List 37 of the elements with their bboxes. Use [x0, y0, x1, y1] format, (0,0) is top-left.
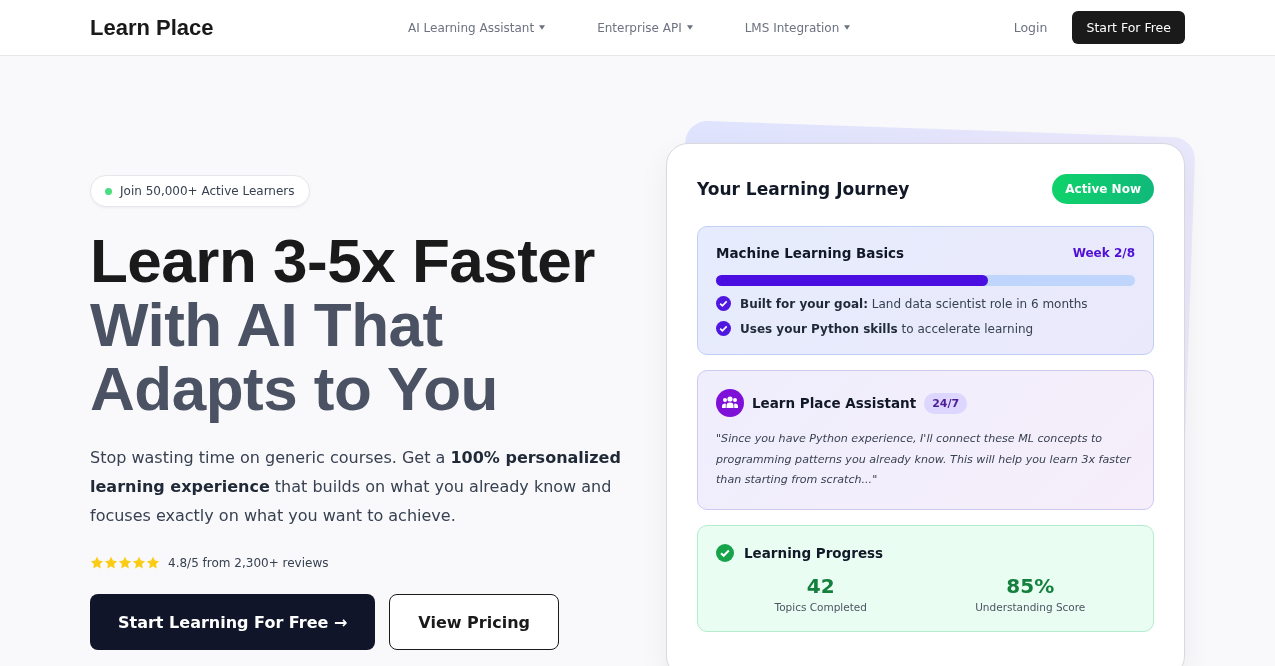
hero-button[interactable]: Start Learning For Free → — [90, 594, 376, 650]
people-icon — [716, 389, 744, 417]
star-icon — [132, 556, 146, 570]
star-icon — [90, 556, 104, 570]
logo[interactable]: Learn Place — [90, 14, 340, 41]
rating-text: 4.8/5 from 2,300+ reviews — [168, 556, 329, 570]
hero-description: Stop wasting time on generic courses. Get a 100% personalized learning experience that builds on what you already know and focuses exactly on what you want to achieve. — [90, 447, 622, 527]
week-label: Week 2/8 — [1072, 246, 1135, 260]
star-icon — [118, 556, 132, 570]
assistant-name: Learn Place Assistant — [752, 395, 917, 411]
nav-link[interactable]: AI Learning Assistant — [408, 20, 546, 35]
login-link[interactable]: Login — [1013, 20, 1048, 35]
nav-link[interactable]: Enterprise API — [597, 20, 693, 35]
headline-line: Learn 3-5x Faster — [90, 229, 596, 293]
start-free-button[interactable]: Start For Free — [1072, 11, 1185, 44]
headline-line: Adapts to You — [90, 357, 499, 421]
benefit-text: Uses your Python skills to accelerate learning — [740, 321, 1034, 336]
check-icon — [716, 321, 731, 336]
stat-label: Topics Completed — [774, 600, 867, 613]
stat-label: Understanding Score — [975, 600, 1086, 613]
check-icon — [716, 296, 731, 311]
star-icon — [146, 556, 160, 570]
course-name: Machine Learning Basics — [716, 245, 905, 261]
availability-badge: 24/7 — [924, 392, 968, 414]
star-icon — [104, 556, 118, 570]
status-pill: Active Now — [1052, 174, 1154, 204]
benefit-text: Built for your goal: Land data scientist role in 6 months — [740, 296, 1088, 311]
card-title: Your Learning Journey — [697, 179, 910, 199]
progress-title: Learning Progress — [744, 544, 884, 561]
hero-button[interactable]: View Pricing — [389, 594, 559, 650]
check-icon — [716, 543, 734, 562]
stat-value: 85% — [1006, 573, 1055, 598]
badge-text: Join 50,000+ Active Learners — [120, 184, 295, 198]
headline-line: With AI That — [90, 293, 444, 357]
stat-value: 42 — [806, 573, 835, 598]
assistant-quote: "Since you have Python experience, I'll connect these ML concepts to programming patterns you already know. This will help you learn 3x faster than starting from scratch..." — [716, 431, 1133, 488]
nav-link[interactable]: LMS Integration — [744, 20, 851, 35]
